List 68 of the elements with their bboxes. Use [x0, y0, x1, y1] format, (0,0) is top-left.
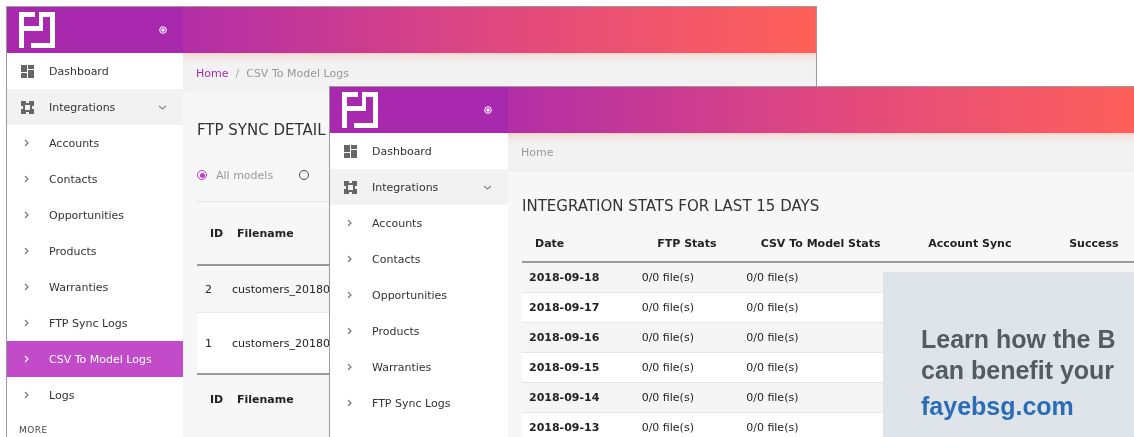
chevron-right-icon: [24, 139, 29, 147]
chevron-down-icon[interactable]: [483, 184, 492, 190]
chevron-right-icon: [347, 399, 352, 407]
sidebar-item[interactable]: FTP Sync Logs: [330, 385, 508, 421]
logo-icon: [342, 92, 378, 128]
sidebar-item[interactable]: Opportunities: [330, 277, 508, 313]
table-cell: customers_20180: [223, 265, 330, 313]
table-cell: 2018-09-13: [522, 412, 635, 437]
sidebar-item[interactable]: Products: [7, 233, 183, 269]
sidebar-item[interactable]: Dashboard: [330, 133, 508, 169]
section-label: MORE: [18, 424, 49, 435]
radio-target-icon[interactable]: [159, 26, 167, 34]
table-cell: customers_20180: [223, 312, 330, 374]
sidebar-item[interactable]: Opportunities: [7, 197, 183, 233]
sidebar-item[interactable]: Logs: [7, 377, 183, 413]
sidebar-item[interactable]: Accounts: [7, 125, 183, 161]
table-cell: 0/0 file(s): [634, 262, 740, 293]
chevron-right-icon: [347, 327, 352, 335]
sidebar-item[interactable]: FTP Sync Logs: [7, 305, 183, 341]
breadcrumb-link[interactable]: Home: [196, 66, 229, 80]
chevron-right-icon: [347, 363, 352, 371]
sidebar-item[interactable]: Contacts: [7, 161, 183, 197]
ad-text: can benefit your: [921, 355, 1116, 386]
chevron-right-icon: [24, 319, 29, 327]
chevron-right-icon: [24, 283, 29, 291]
table-cell: 0/0 file(s): [634, 382, 740, 413]
sidebar-item[interactable]: Accounts: [330, 205, 508, 241]
dashboard-grid-icon: [344, 144, 357, 158]
sidebar-item[interactable]: Dashboard: [7, 53, 183, 89]
table-cell: 1: [197, 312, 224, 374]
table-cell: 2018-09-15: [522, 352, 635, 383]
table-cell: 2018-09-16: [522, 322, 635, 353]
page-heading: FTP SYNC DETAIL: [197, 121, 327, 139]
breadcrumb-separator: /: [235, 66, 240, 80]
sidebar-item[interactable]: CSV To Model Logs: [7, 341, 183, 377]
logo-icon: [19, 12, 55, 48]
table-cell: 2018-09-17: [522, 292, 635, 323]
table-cell: 2: [197, 265, 224, 313]
sidebar-item[interactable]: Contacts: [330, 241, 508, 277]
radio-target-icon[interactable]: [484, 106, 492, 114]
ad-link[interactable]: fayebsg.com: [921, 392, 1074, 421]
sidebar-item[interactable]: Warranties: [330, 349, 508, 385]
chevron-right-icon: [24, 355, 29, 363]
page-heading: INTEGRATION STATS FOR LAST 15 DAYS: [522, 197, 821, 215]
chevron-right-icon: [347, 255, 352, 263]
table-cell: 0/0 file(s): [634, 412, 740, 437]
chevron-right-icon: [24, 391, 29, 399]
puzzle-icon: [344, 180, 357, 194]
sidebar-item[interactable]: Integrations: [330, 169, 508, 205]
puzzle-icon: [21, 100, 34, 114]
radio-label: All models: [216, 168, 274, 182]
chevron-right-icon: [347, 219, 352, 227]
table-cell: 2018-09-18: [522, 262, 635, 293]
table-cell: 2018-09-14: [522, 382, 635, 413]
column-header: ID: [197, 374, 224, 423]
table-cell: 0/0 file(s): [634, 322, 740, 353]
ad-text: Learn how the B: [921, 324, 1117, 355]
table-cell: 0/0 file(s): [634, 292, 740, 323]
sidebar-item[interactable]: Warranties: [7, 269, 183, 305]
chevron-right-icon: [24, 175, 29, 183]
sidebar-item[interactable]: Products: [330, 313, 508, 349]
dashboard-grid-icon: [21, 64, 34, 78]
chevron-right-icon: [24, 211, 29, 219]
table-cell: 0/0 file(s): [634, 352, 740, 383]
chevron-down-icon[interactable]: [158, 104, 167, 110]
sidebar-item[interactable]: Integrations: [7, 89, 183, 125]
chevron-right-icon: [24, 247, 29, 255]
chevron-right-icon: [347, 291, 352, 299]
